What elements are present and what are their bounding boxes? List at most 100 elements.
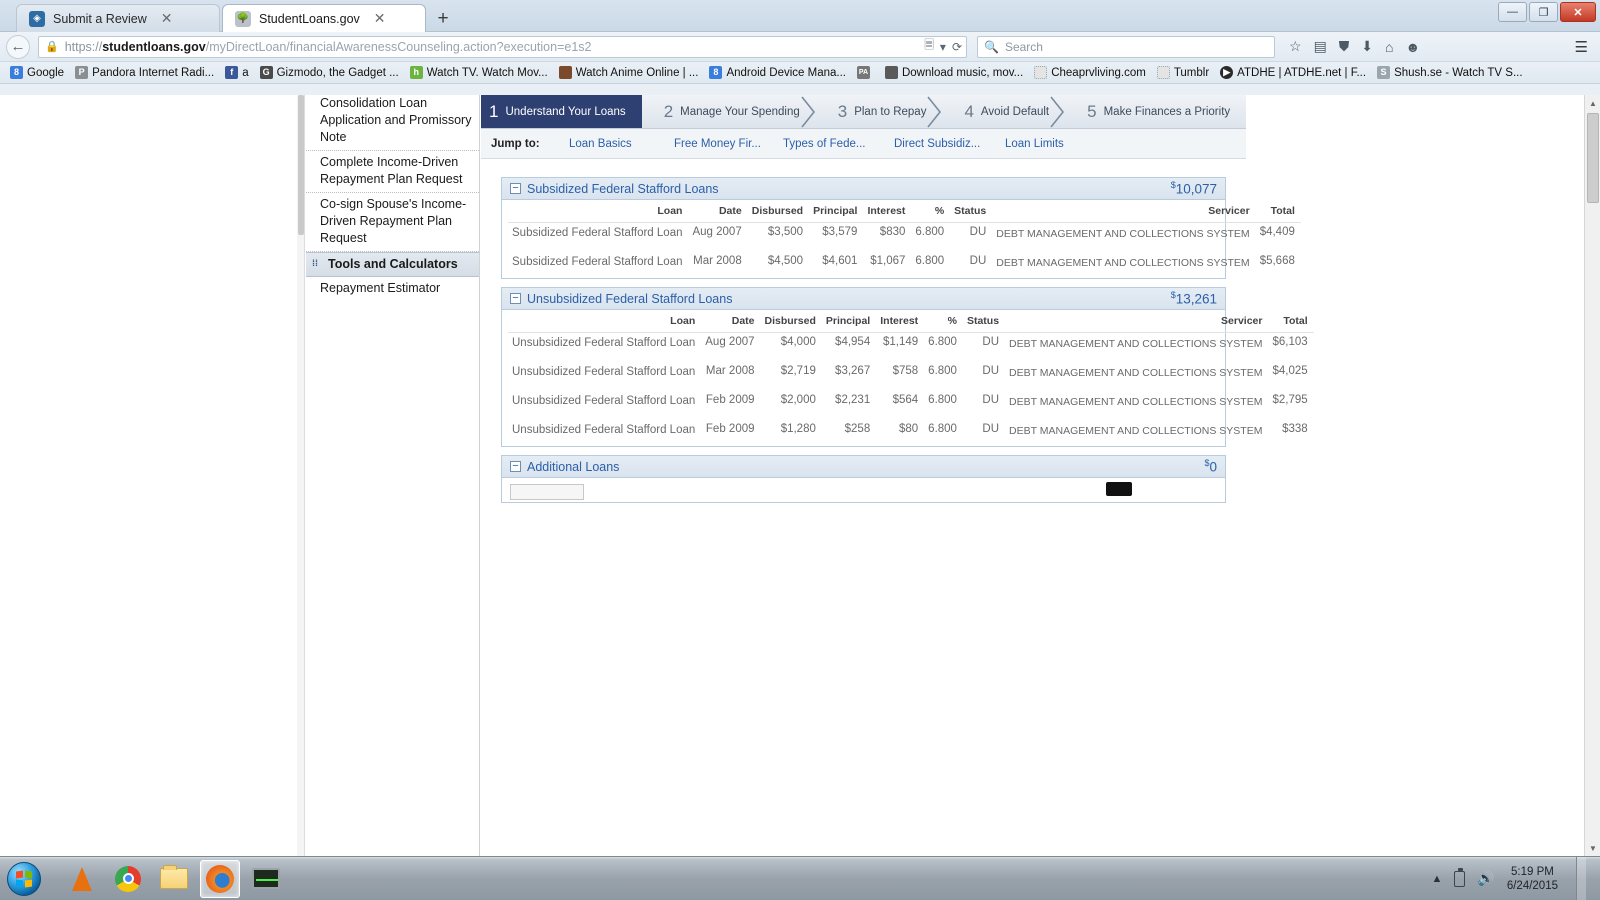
bookmark-shush[interactable]: S Shush.se - Watch TV S... bbox=[1373, 65, 1526, 80]
col-interest: Interest bbox=[876, 310, 925, 333]
col-disbursed: Disbursed bbox=[747, 200, 810, 223]
bookmark-a[interactable]: fa bbox=[221, 65, 252, 80]
bookmark-google[interactable]: 8 Google bbox=[6, 65, 68, 80]
cell-interest: $830 bbox=[879, 226, 906, 238]
step-3-plan-to-repay[interactable]: 3 Plan to Repay bbox=[816, 95, 943, 128]
collapse-toggle-icon[interactable]: − bbox=[510, 183, 521, 194]
cell-disbursed: $1,280 bbox=[780, 423, 816, 435]
taskbar-item-chrome[interactable] bbox=[108, 860, 148, 898]
bookmark-star-icon[interactable]: ☆ bbox=[1289, 38, 1302, 55]
jump-link-loan-basics[interactable]: Loan Basics bbox=[569, 138, 674, 150]
restore-button[interactable]: ❐ bbox=[1529, 2, 1558, 22]
step-label: Avoid Default bbox=[980, 105, 1050, 118]
bookmark-gizmodo[interactable]: G Gizmodo, the Gadget ... bbox=[256, 65, 403, 80]
jump-link-loan-limits[interactable]: Loan Limits bbox=[1005, 138, 1064, 150]
menu-icon[interactable]: ☰ bbox=[1575, 38, 1588, 56]
step-1-understand-your-loans[interactable]: 1 Understand Your Loans bbox=[481, 95, 642, 128]
search-input[interactable]: 🔍 Search bbox=[977, 35, 1275, 58]
add-loan-button[interactable] bbox=[510, 484, 584, 500]
taskbar-item-vlc[interactable] bbox=[62, 860, 102, 898]
jump-link-direct-subsidized[interactable]: Direct Subsidiz... bbox=[894, 138, 1005, 150]
bookmark-pa[interactable]: PA bbox=[853, 65, 878, 80]
chevron-right-icon bbox=[1050, 95, 1066, 128]
col-date: Date bbox=[688, 200, 748, 223]
reading-list-icon[interactable]: ▤ bbox=[1314, 38, 1327, 55]
bookmark-tumblr[interactable]: Tumblr bbox=[1153, 65, 1213, 80]
total-amount: 0 bbox=[1209, 459, 1217, 475]
step-2-manage-your-spending[interactable]: 2 Manage Your Spending bbox=[642, 95, 816, 128]
sidebar-item-cosign-spouse-repayment[interactable]: Co-sign Spouse's Income-Driven Repayment… bbox=[306, 193, 479, 252]
panel-header[interactable]: − Unsubsidized Federal Stafford Loans $1… bbox=[502, 288, 1225, 310]
tab-studentloans-gov[interactable]: 🌳 StudentLoans.gov ✕ bbox=[222, 4, 426, 32]
downloads-icon[interactable]: ⬇ bbox=[1361, 38, 1373, 55]
bookmark-atdhe[interactable]: ▶ ATDHE | ATDHE.net | F... bbox=[1216, 65, 1370, 80]
home-icon[interactable]: ⌂ bbox=[1385, 39, 1393, 55]
inner-scrollbar-thumb[interactable] bbox=[298, 95, 304, 235]
chevron-down-icon[interactable]: ▾ bbox=[940, 40, 946, 54]
minimize-button[interactable]: — bbox=[1498, 2, 1527, 22]
atdhe-icon: ▶ bbox=[1220, 66, 1234, 79]
bookmark-label: ATDHE | ATDHE.net | F... bbox=[1237, 66, 1367, 79]
cell-disbursed: $2,719 bbox=[780, 365, 816, 377]
bookmark-pandora[interactable]: P Pandora Internet Radi... bbox=[71, 65, 218, 80]
collapse-toggle-icon[interactable]: − bbox=[510, 461, 521, 472]
bookmark-label: Shush.se - Watch TV S... bbox=[1394, 66, 1523, 79]
sidebar-item-complete-income-driven-repayment[interactable]: Complete Income-Driven Repayment Plan Re… bbox=[306, 151, 479, 193]
bookmark-android-device-manager[interactable]: 8 Android Device Mana... bbox=[705, 65, 850, 80]
bookmark-watch-anime[interactable]: Watch Anime Online | ... bbox=[555, 65, 703, 80]
sidebar-item-repayment-estimator[interactable]: Repayment Estimator bbox=[306, 277, 479, 301]
jump-link-types-of-federal[interactable]: Types of Fede... bbox=[783, 138, 894, 150]
volume-icon[interactable]: 🔊 bbox=[1477, 870, 1494, 887]
sidebar-item-tools-and-calculators[interactable]: ⁞⁞ Tools and Calculators bbox=[306, 252, 479, 277]
bookmark-label: Android Device Mana... bbox=[726, 66, 846, 79]
panel-body: Loan Date Disbursed Principal Interest %… bbox=[502, 310, 1314, 446]
start-button[interactable] bbox=[2, 859, 46, 899]
loan-panels: − Subsidized Federal Stafford Loans $10,… bbox=[481, 177, 1314, 503]
page-scrollbar[interactable]: ▲ ▼ bbox=[1584, 95, 1600, 856]
panel-title: Additional Loans bbox=[527, 459, 620, 474]
clock[interactable]: 5:19 PM 6/24/2015 bbox=[1507, 865, 1558, 893]
reader-mode-icon[interactable]: 🗏 bbox=[924, 36, 934, 57]
col-status: Status bbox=[950, 200, 993, 223]
browser-window: ◈ Submit a Review ✕ 🌳 StudentLoans.gov ✕… bbox=[0, 0, 1600, 856]
feedback-icon[interactable]: ☻ bbox=[1406, 39, 1421, 55]
cell-interest: $80 bbox=[898, 423, 919, 435]
taskbar-item-monitor[interactable] bbox=[246, 860, 286, 898]
close-icon[interactable]: ✕ bbox=[161, 10, 173, 27]
step-4-avoid-default[interactable]: 4 Avoid Default bbox=[942, 95, 1065, 128]
show-hidden-icons-icon[interactable]: ▲ bbox=[1432, 873, 1443, 885]
scroll-up-arrow-icon[interactable]: ▲ bbox=[1585, 95, 1600, 111]
cell-percent: 6.800 bbox=[928, 336, 957, 348]
address-bar[interactable]: 🔒 https://studentloans.gov/myDirectLoan/… bbox=[38, 35, 967, 58]
close-icon[interactable]: ✕ bbox=[374, 10, 386, 27]
pocket-icon[interactable]: ⛊ bbox=[1339, 38, 1350, 55]
sidebar-item-consolidation-loan[interactable]: Consolidation Loan Application and Promi… bbox=[306, 95, 479, 151]
taskbar-item-explorer[interactable] bbox=[154, 860, 194, 898]
collapse-toggle-icon[interactable]: − bbox=[510, 293, 521, 304]
sidebar-nav: Consolidation Loan Application and Promi… bbox=[306, 95, 480, 856]
back-button[interactable]: ← bbox=[6, 34, 30, 59]
cell-principal: $4,601 bbox=[822, 255, 858, 267]
panel-header[interactable]: − Additional Loans $0 bbox=[502, 456, 1225, 478]
battery-icon[interactable] bbox=[1454, 867, 1466, 887]
inner-frame-scrollbar[interactable] bbox=[297, 95, 305, 856]
new-tab-button[interactable]: + bbox=[432, 8, 454, 30]
calculator-icon bbox=[1106, 482, 1132, 496]
bookmark-cheaprvliving[interactable]: Cheaprvliving.com bbox=[1030, 65, 1150, 80]
tab-submit-a-review[interactable]: ◈ Submit a Review ✕ bbox=[16, 4, 220, 32]
close-button[interactable]: ✕ bbox=[1560, 2, 1596, 22]
bookmark-download-music[interactable]: Download music, mov... bbox=[881, 65, 1027, 80]
tab-label: Submit a Review bbox=[53, 11, 147, 26]
scroll-down-arrow-icon[interactable]: ▼ bbox=[1585, 840, 1600, 856]
step-label: Make Finances a Priority bbox=[1103, 105, 1231, 118]
page-scrollbar-thumb[interactable] bbox=[1587, 113, 1599, 203]
show-desktop-button[interactable] bbox=[1576, 856, 1586, 900]
clock-time: 5:19 PM bbox=[1511, 865, 1554, 878]
reload-icon[interactable]: ⟳ bbox=[952, 40, 962, 54]
taskbar-item-firefox[interactable] bbox=[200, 859, 240, 898]
step-5-make-finances-a-priority[interactable]: 5 Make Finances a Priority bbox=[1065, 95, 1246, 128]
panel-header[interactable]: − Subsidized Federal Stafford Loans $10,… bbox=[502, 178, 1225, 200]
cell-date: Feb 2009 bbox=[705, 394, 755, 406]
jump-link-free-money-first[interactable]: Free Money Fir... bbox=[674, 138, 783, 150]
bookmark-watch-tv[interactable]: h Watch TV. Watch Mov... bbox=[406, 65, 552, 80]
